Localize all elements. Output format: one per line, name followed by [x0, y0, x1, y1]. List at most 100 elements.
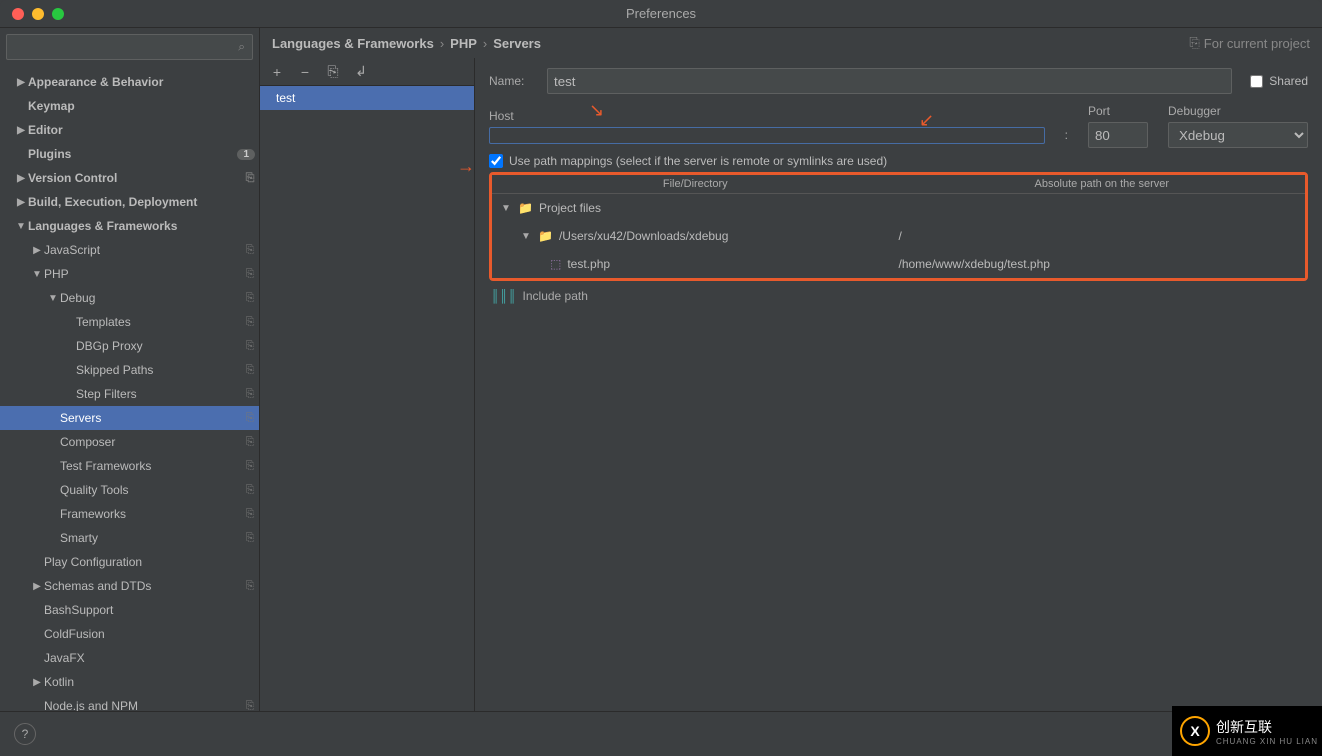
- copy-icon: ⎘: [241, 532, 259, 545]
- minimize-icon[interactable]: [32, 8, 44, 20]
- sidebar-item-label: Composer: [60, 435, 241, 449]
- sidebar-item-keymap[interactable]: Keymap: [0, 94, 259, 118]
- server-list-item[interactable]: test: [260, 86, 474, 110]
- sidebar-item-plugins[interactable]: Plugins1: [0, 142, 259, 166]
- sidebar-item-dbgp-proxy[interactable]: DBGp Proxy⎘: [0, 334, 259, 358]
- sidebar-item-javafx[interactable]: JavaFX: [0, 646, 259, 670]
- name-input[interactable]: [547, 68, 1232, 94]
- sidebar-item-test-frameworks[interactable]: Test Frameworks⎘: [0, 454, 259, 478]
- add-button[interactable]: +: [268, 63, 286, 81]
- chevron-icon: ▼: [14, 221, 28, 232]
- sidebar-item-languages-frameworks[interactable]: ▼Languages & Frameworks: [0, 214, 259, 238]
- chevron-down-icon[interactable]: ▼: [500, 203, 512, 214]
- import-button[interactable]: ↲: [352, 63, 370, 81]
- sidebar-item-frameworks[interactable]: Frameworks⎘: [0, 502, 259, 526]
- sidebar-item-php[interactable]: ▼PHP⎘: [0, 262, 259, 286]
- search-input[interactable]: [6, 34, 253, 60]
- crumb-php[interactable]: PHP: [450, 36, 477, 51]
- copy-icon: ⎘: [241, 436, 259, 449]
- name-label: Name:: [489, 74, 539, 88]
- sidebar-item-step-filters[interactable]: Step Filters⎘: [0, 382, 259, 406]
- help-button[interactable]: ?: [14, 723, 36, 745]
- host-label: Host: [489, 109, 1045, 123]
- sidebar-item-coldfusion[interactable]: ColdFusion: [0, 622, 259, 646]
- sidebar-item-label: Play Configuration: [44, 555, 259, 569]
- sidebar-item-editor[interactable]: ▶Editor: [0, 118, 259, 142]
- copy-icon: ⎘: [241, 292, 259, 305]
- chevron-icon: ▶: [14, 125, 28, 136]
- sidebar-item-label: BashSupport: [44, 603, 259, 617]
- sidebar-item-composer[interactable]: Composer⎘: [0, 430, 259, 454]
- table-row[interactable]: ▼ 📁 Project files: [492, 194, 1305, 222]
- sidebar-item-label: Keymap: [28, 99, 259, 113]
- copy-icon: ⎘: [241, 340, 259, 353]
- sidebar-item-label: Test Frameworks: [60, 459, 241, 473]
- main-panel: Name: Shared ↘ ↙ Host: [475, 58, 1322, 711]
- folder-icon: 📁: [518, 201, 533, 215]
- sidebar-item-javascript[interactable]: ▶JavaScript⎘: [0, 238, 259, 262]
- crumb-servers[interactable]: Servers: [493, 36, 541, 51]
- sidebar-item-label: Plugins: [28, 147, 237, 161]
- chevron-icon: ▶: [14, 173, 28, 184]
- sidebar-item-version-control[interactable]: ▶Version Control⎘: [0, 166, 259, 190]
- sidebar-item-label: Appearance & Behavior: [28, 75, 259, 89]
- path-mappings-checkbox[interactable]: [489, 154, 503, 168]
- sidebar-item-build-execution-deployment[interactable]: ▶Build, Execution, Deployment: [0, 190, 259, 214]
- sidebar-item-servers[interactable]: Servers⎘: [0, 406, 259, 430]
- sidebar-item-label: Build, Execution, Deployment: [28, 195, 259, 209]
- watermark-logo: X 创新互联 CHUANG XIN HU LIAN: [1172, 706, 1322, 756]
- copy-icon: ⎘: [241, 700, 259, 712]
- chevron-icon: ▶: [30, 581, 44, 592]
- sidebar: ⌕ ▶Appearance & BehaviorKeymap▶EditorPlu…: [0, 28, 260, 711]
- sidebar-item-appearance-behavior[interactable]: ▶Appearance & Behavior: [0, 70, 259, 94]
- copy-icon: ⎘: [241, 172, 259, 185]
- path-mappings-table: File/Directory Absolute path on the serv…: [489, 172, 1308, 281]
- php-file-icon: ⬚: [550, 257, 561, 271]
- include-icon: ║║║: [491, 289, 517, 303]
- window-title: Preferences: [626, 6, 696, 21]
- include-path-row[interactable]: ║║║ Include path: [475, 281, 1322, 311]
- sidebar-item-play-configuration[interactable]: Play Configuration: [0, 550, 259, 574]
- remove-button[interactable]: −: [296, 63, 314, 81]
- sidebar-item-label: Servers: [60, 411, 241, 425]
- chevron-icon: ▶: [30, 245, 44, 256]
- sidebar-item-label: Version Control: [28, 171, 241, 185]
- copy-icon: ⎘: [241, 388, 259, 401]
- port-label: Port: [1088, 104, 1148, 118]
- logo-icon: X: [1180, 716, 1210, 746]
- sidebar-item-label: Smarty: [60, 531, 241, 545]
- close-icon[interactable]: [12, 8, 24, 20]
- chevron-icon: ▶: [30, 677, 44, 688]
- copy-button[interactable]: ⎘: [324, 63, 342, 81]
- debugger-select[interactable]: Xdebug: [1168, 122, 1308, 148]
- host-input[interactable]: [489, 127, 1045, 144]
- sidebar-item-bashsupport[interactable]: BashSupport: [0, 598, 259, 622]
- sidebar-item-node-js-and-npm[interactable]: Node.js and NPM⎘: [0, 694, 259, 711]
- sidebar-item-smarty[interactable]: Smarty⎘: [0, 526, 259, 550]
- sidebar-item-debug[interactable]: ▼Debug⎘: [0, 286, 259, 310]
- sidebar-item-kotlin[interactable]: ▶Kotlin: [0, 670, 259, 694]
- sidebar-item-skipped-paths[interactable]: Skipped Paths⎘: [0, 358, 259, 382]
- copy-icon: ⎘: [241, 508, 259, 521]
- crumb-languages[interactable]: Languages & Frameworks: [272, 36, 434, 51]
- sidebar-item-schemas-and-dtds[interactable]: ▶Schemas and DTDs⎘: [0, 574, 259, 598]
- table-row[interactable]: ⬚ test.php /home/www/xdebug/test.php: [492, 250, 1305, 278]
- col-absolute-path: Absolute path on the server: [899, 175, 1306, 193]
- copy-icon: ⎘: [1189, 35, 1199, 51]
- sidebar-item-quality-tools[interactable]: Quality Tools⎘: [0, 478, 259, 502]
- sidebar-item-label: DBGp Proxy: [76, 339, 241, 353]
- sidebar-item-label: Step Filters: [76, 387, 241, 401]
- maximize-icon[interactable]: [52, 8, 64, 20]
- sidebar-item-label: Skipped Paths: [76, 363, 241, 377]
- server-list-panel: + − ⎘ ↲ test: [260, 58, 475, 711]
- sidebar-item-label: Debug: [60, 291, 241, 305]
- port-input[interactable]: [1088, 122, 1148, 148]
- sidebar-item-label: PHP: [44, 267, 241, 281]
- shared-checkbox[interactable]: Shared: [1250, 74, 1308, 88]
- chevron-down-icon[interactable]: ▼: [520, 231, 532, 242]
- table-row[interactable]: ▼ 📁 /Users/xu42/Downloads/xdebug /: [492, 222, 1305, 250]
- sidebar-item-label: Templates: [76, 315, 241, 329]
- sidebar-item-templates[interactable]: Templates⎘: [0, 310, 259, 334]
- titlebar: Preferences: [0, 0, 1322, 28]
- path-mappings-label: Use path mappings (select if the server …: [509, 154, 887, 168]
